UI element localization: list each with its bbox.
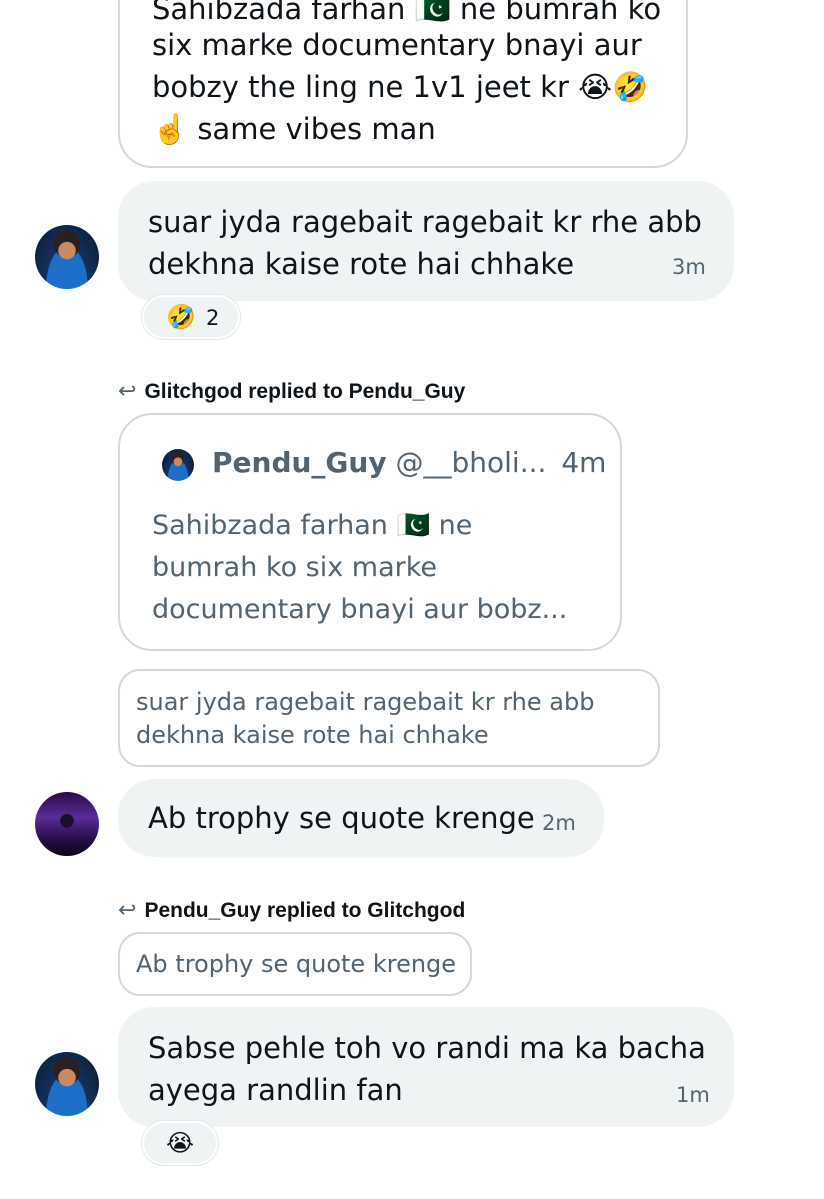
quoted-message-line: bobzy the ling ne 1v1 jeet kr 😭🤣 <box>152 70 649 104</box>
replied-message-line: suar jyda ragebait ragebait kr rhe abb <box>136 688 595 716</box>
crying-emoji-icon: 😭 <box>166 1129 195 1157</box>
user-avatar[interactable] <box>35 792 99 856</box>
message-bubble[interactable]: Ab trophy se quote krenge 2m <box>118 779 604 857</box>
message-line: suar jyda ragebait ragebait kr rhe abb <box>148 205 702 239</box>
message-bubble[interactable]: Sabse pehle toh vo randi ma ka bacha aye… <box>118 1007 734 1127</box>
user-avatar[interactable] <box>35 1052 99 1116</box>
message-line: dekhna kaise rote hai chhake <box>148 247 575 281</box>
quoted-post-time: 4m <box>561 446 607 479</box>
quoted-post-card[interactable]: Pendu_Guy @__bholi... 4m Sahibzada farha… <box>118 413 622 651</box>
replied-message-text: Ab trophy se quote krenge <box>136 950 457 978</box>
laughing-emoji-icon: 🤣 <box>166 303 196 331</box>
message-line: Sabse pehle toh vo randi ma ka bacha <box>148 1031 706 1065</box>
quoted-message-line: six marke documentary bnayi aur <box>152 28 642 62</box>
reply-indicator-label: Glitchgod replied to Pendu_Guy <box>144 380 466 403</box>
quoted-post-line: Sahibzada farhan 🇵🇰 ne <box>152 510 473 541</box>
message-timestamp: 3m <box>672 255 706 279</box>
quoted-post-handle: @__bholi... <box>395 446 547 479</box>
quoted-post-avatar <box>162 449 194 481</box>
message-text: Ab trophy se quote krenge <box>148 801 535 835</box>
message-text: suar jyda ragebait ragebait kr rhe abb d… <box>148 201 702 285</box>
reply-indicator: ↩ Pendu_Guy replied to Glitchgod <box>118 897 465 923</box>
quoted-message-card[interactable]: Sahibzada farhan 🇵🇰 ne bumrah ko six mar… <box>118 0 688 168</box>
quoted-post-header: Pendu_Guy @__bholi... 4m <box>212 446 606 479</box>
quoted-post-author: Pendu_Guy <box>212 446 387 479</box>
reaction-badge[interactable]: 🤣 2 <box>142 295 240 339</box>
message-timestamp: 2m <box>542 811 576 835</box>
reaction-badge[interactable]: 😭 <box>142 1121 218 1165</box>
message-timestamp: 1m <box>676 1083 710 1107</box>
replied-message-text: suar jyda ragebait ragebait kr rhe abb d… <box>136 686 594 752</box>
reply-indicator: ↩ Glitchgod replied to Pendu_Guy <box>118 378 465 404</box>
quoted-post-line: bumrah ko six marke <box>152 552 438 583</box>
message-text: Sabse pehle toh vo randi ma ka bacha aye… <box>148 1027 706 1111</box>
quoted-post-text: Sahibzada farhan 🇵🇰 ne bumrah ko six mar… <box>152 505 567 631</box>
message-line: ayega randlin fan <box>148 1073 403 1107</box>
quoted-message-body: six marke documentary bnayi aur bobzy th… <box>152 24 672 150</box>
quoted-message-line: ☝️ same vibes man <box>152 112 436 146</box>
replied-message-line: dekhna kaise rote hai chhake <box>136 721 489 749</box>
message-bubble[interactable]: suar jyda ragebait ragebait kr rhe abb d… <box>118 181 734 301</box>
reply-indicator-label: Pendu_Guy replied to Glitchgod <box>144 899 466 922</box>
replied-message-preview[interactable]: suar jyda ragebait ragebait kr rhe abb d… <box>118 669 660 767</box>
reply-arrow-icon: ↩ <box>118 378 137 403</box>
user-avatar[interactable] <box>35 225 99 289</box>
reply-arrow-icon: ↩ <box>118 897 137 922</box>
quoted-post-line: documentary bnayi aur bobz... <box>152 594 568 625</box>
reaction-count: 2 <box>206 306 220 330</box>
replied-message-preview[interactable]: Ab trophy se quote krenge <box>118 932 472 996</box>
